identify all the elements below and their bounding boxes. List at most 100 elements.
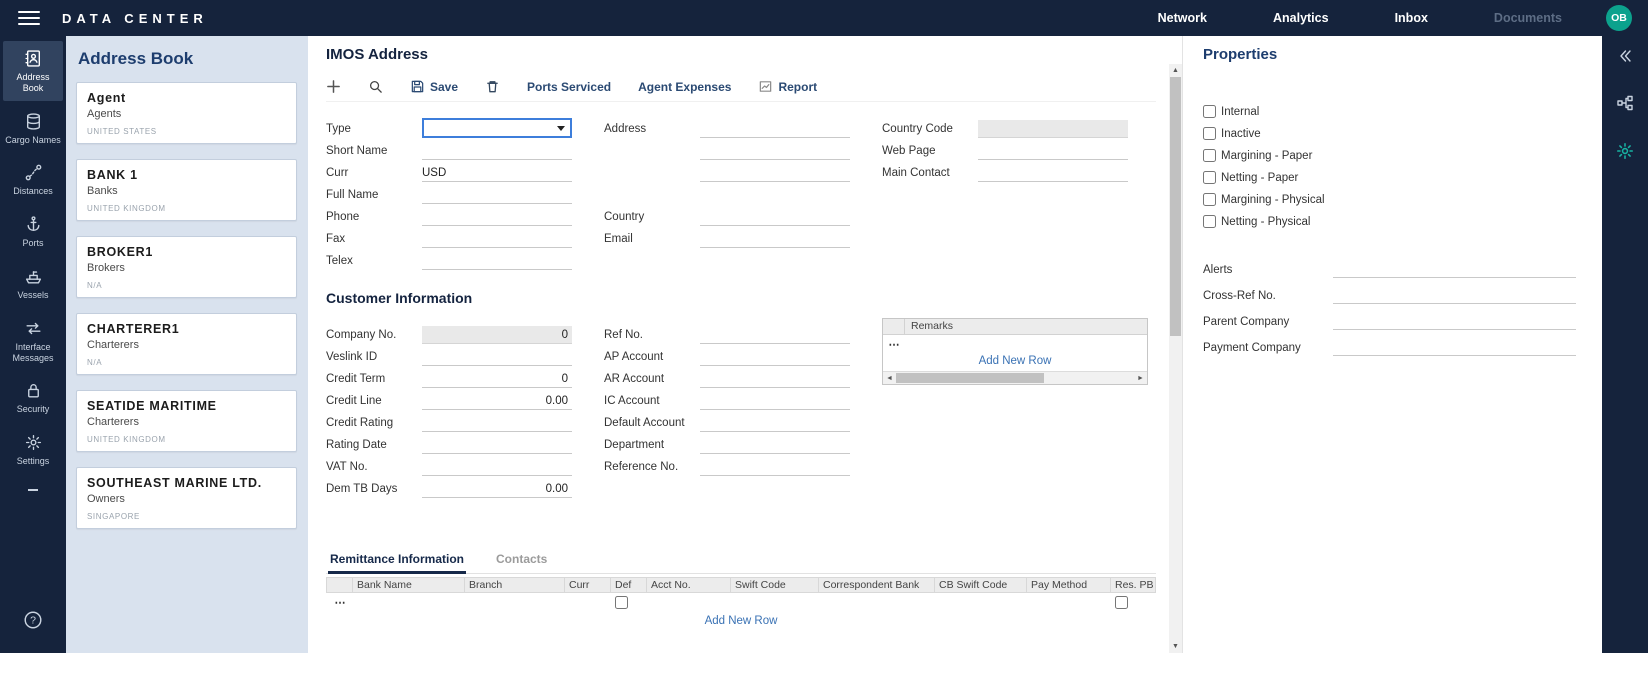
menu-icon[interactable] [18,11,40,25]
rating-date-input[interactable] [422,436,572,454]
phone-input[interactable] [422,208,572,226]
checkbox-internal[interactable] [1203,105,1216,118]
cell-branch[interactable] [465,593,565,612]
web-page-input[interactable] [978,142,1128,160]
table-row[interactable]: ⋯ [327,593,1156,612]
address-card-broker1[interactable]: BROKER1 Brokers N/A [76,236,297,298]
address-card-bank1[interactable]: BANK 1 Banks UNITED KINGDOM [76,159,297,221]
cross-ref-no-input[interactable] [1333,288,1576,304]
row-handle-icon[interactable]: ⋯ [327,593,353,612]
scroll-down-icon[interactable]: ▼ [1169,640,1182,653]
alerts-input[interactable] [1333,262,1576,278]
cell-correspondent-bank[interactable] [819,593,935,612]
remarks-add-new-row-link[interactable]: Add New Row [883,354,1147,371]
checkbox-margining-physical[interactable] [1203,193,1216,206]
tab-contacts[interactable]: Contacts [494,548,549,574]
cell-curr[interactable] [565,593,611,612]
address-input-3[interactable] [700,164,850,182]
delete-button[interactable] [485,79,500,94]
payment-company-input[interactable] [1333,340,1576,356]
sidebar-item-vessels[interactable]: Vessels [3,259,63,308]
curr-input[interactable] [422,164,572,182]
short-name-input[interactable] [422,142,572,160]
properties-tab-button[interactable] [1615,141,1635,166]
remarks-horizontal-scrollbar[interactable]: ◄ ► [883,371,1147,384]
address-card-charterer1[interactable]: CHARTERER1 Charterers N/A [76,313,297,375]
type-select[interactable] [422,118,572,138]
add-button[interactable] [326,79,341,94]
sidebar-item-cargo-names[interactable]: Cargo Names [3,104,63,153]
address-input-1[interactable] [700,120,850,138]
telex-input[interactable] [422,252,572,270]
parent-company-input[interactable] [1333,314,1576,330]
address-card-agent[interactable]: Agent Agents UNITED STATES [76,82,297,144]
reference-no-input[interactable] [700,458,850,476]
sidebar-item-address-book[interactable]: Address Book [3,41,63,101]
hierarchy-tab-button[interactable] [1616,94,1634,117]
ports-serviced-button[interactable]: Ports Serviced [527,80,611,94]
cell-cb-swift-code[interactable] [935,593,1027,612]
credit-line-input[interactable] [422,392,572,410]
remarks-row[interactable]: ⋯ [883,335,1147,354]
sidebar-item-interface-messages[interactable]: Interface Messages [3,311,63,371]
country-code-input[interactable] [978,120,1128,138]
ref-no-input[interactable] [700,326,850,344]
email-input[interactable] [700,230,850,248]
res-pb-checkbox[interactable] [1115,596,1128,609]
address-card-seatide-maritime[interactable]: SEATIDE MARITIME Charterers UNITED KINGD… [76,390,297,452]
nav-analytics[interactable]: Analytics [1273,11,1329,25]
ar-account-input[interactable] [700,370,850,388]
main-contact-input[interactable] [978,164,1128,182]
tab-remittance-information[interactable]: Remittance Information [328,548,466,574]
cell-pay-method[interactable] [1027,593,1111,612]
scrollbar-track[interactable] [1169,77,1182,640]
checkbox-inactive[interactable] [1203,127,1216,140]
scroll-left-icon[interactable]: ◄ [883,372,896,384]
row-handle-icon[interactable]: ⋯ [883,338,905,351]
sidebar-item-ports[interactable]: Ports [3,207,63,256]
main-vertical-scrollbar[interactable]: ▲ ▼ [1169,64,1182,653]
scrollbar-thumb[interactable] [896,373,1044,383]
checkbox-margining-paper[interactable] [1203,149,1216,162]
checkbox-netting-physical[interactable] [1203,215,1216,228]
company-no-input[interactable] [422,326,572,344]
scroll-up-icon[interactable]: ▲ [1169,64,1182,77]
search-button[interactable] [368,79,383,94]
save-button[interactable]: Save [410,79,458,94]
checkbox-netting-paper[interactable] [1203,171,1216,184]
nav-network[interactable]: Network [1158,11,1207,25]
sidebar-item-security[interactable]: Security [3,373,63,422]
default-account-input[interactable] [700,414,850,432]
scroll-right-icon[interactable]: ► [1134,372,1147,384]
full-name-input[interactable] [422,186,572,204]
scrollbar-track[interactable] [896,372,1134,384]
sidebar-item-settings[interactable]: Settings [3,425,63,474]
address-card-southeast-marine[interactable]: SOUTHEAST MARINE LTD. Owners SINGAPORE [76,467,297,529]
collapse-panel-button[interactable] [1616,47,1634,70]
nav-documents[interactable]: Documents [1494,11,1562,25]
cell-acct-no[interactable] [647,593,731,612]
cell-swift-code[interactable] [731,593,819,612]
address-input-2[interactable] [700,142,850,160]
remittance-add-new-row-link[interactable]: Add New Row [326,615,1156,627]
def-checkbox[interactable] [615,596,628,609]
veslink-id-input[interactable] [422,348,572,366]
credit-rating-input[interactable] [422,414,572,432]
sidebar-item-help[interactable]: ? [3,602,63,637]
sidebar-item-distances[interactable]: Distances [3,155,63,204]
agent-expenses-button[interactable]: Agent Expenses [638,80,731,94]
fax-input[interactable] [422,230,572,248]
credit-term-input[interactable] [422,370,572,388]
country-input[interactable] [700,208,850,226]
department-input[interactable] [700,436,850,454]
report-button[interactable]: Report [758,79,817,94]
scrollbar-thumb[interactable] [1170,77,1181,336]
vat-no-input[interactable] [422,458,572,476]
avatar[interactable]: OB [1606,5,1632,31]
ap-account-input[interactable] [700,348,850,366]
nav-inbox[interactable]: Inbox [1395,11,1428,25]
cell-bank-name[interactable] [353,593,465,612]
ic-account-input[interactable] [700,392,850,410]
dem-tb-days-input[interactable] [422,480,572,498]
double-chevron-left-icon [1616,47,1634,65]
